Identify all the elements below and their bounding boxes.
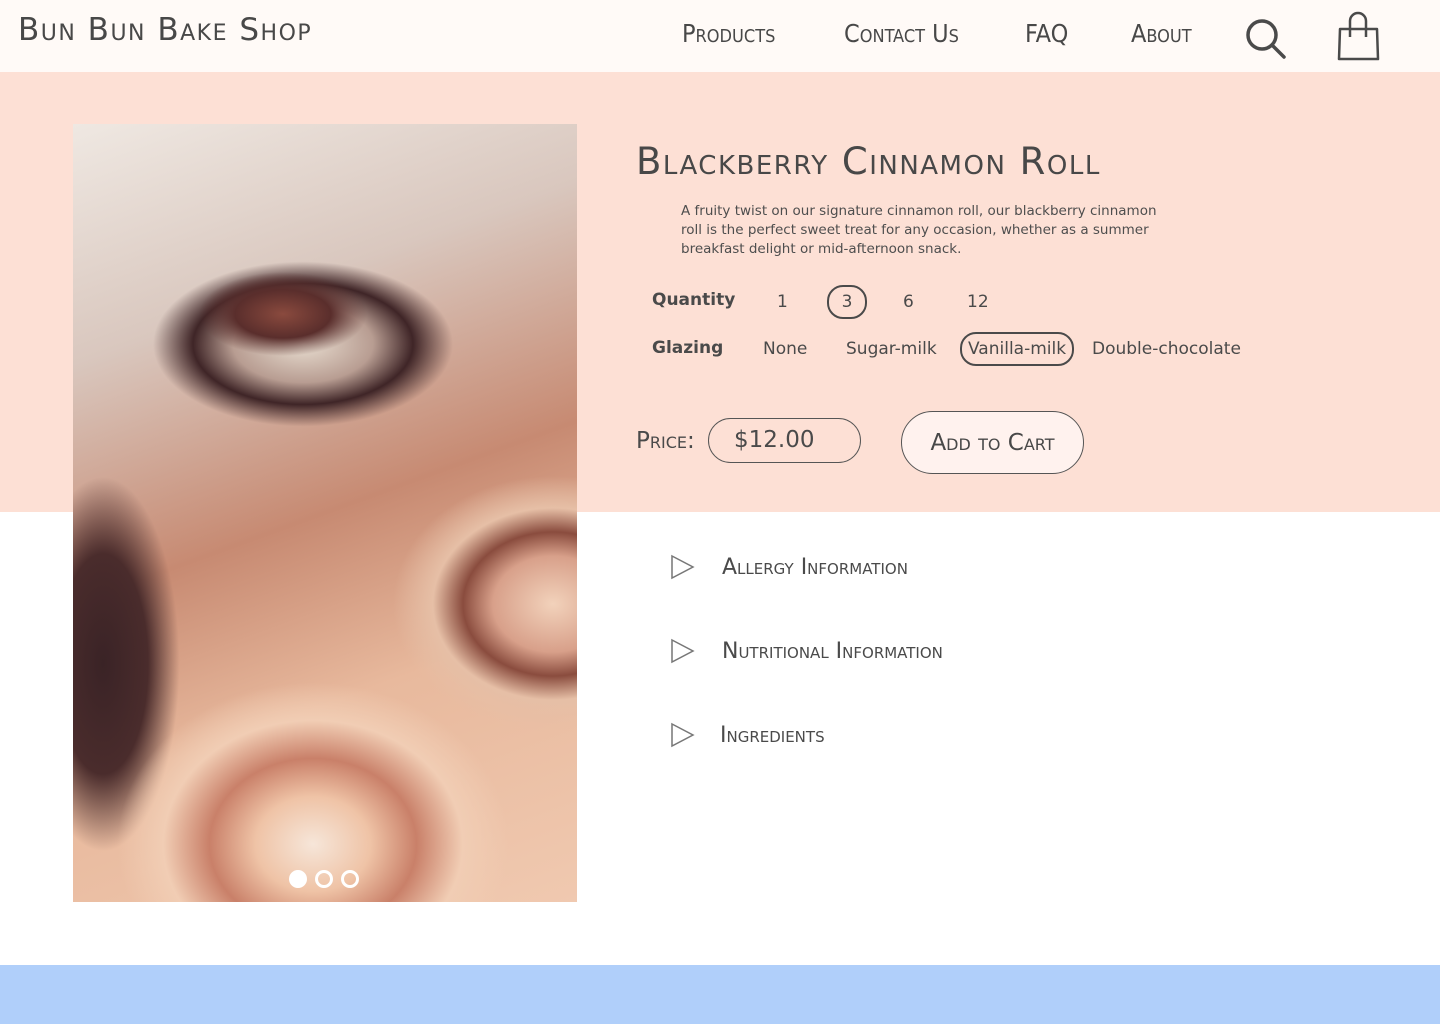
triangle-right-icon <box>671 638 695 664</box>
shopping-bag-icon <box>1337 11 1380 61</box>
add-to-cart-button[interactable]: Add to Cart <box>901 411 1084 474</box>
nav-about[interactable]: About <box>1131 19 1192 48</box>
footer <box>0 965 1440 1024</box>
product-description: A fruity twist on our signature cinnamon… <box>681 203 1157 257</box>
glazing-label: Glazing <box>652 338 724 358</box>
quantity-label: Quantity <box>652 290 736 310</box>
nav-products[interactable]: Products <box>682 19 775 48</box>
price-label: Price: <box>636 428 695 454</box>
glazing-option-none[interactable]: None <box>755 332 815 366</box>
accordion-label: Nutritional Information <box>722 638 943 664</box>
search-icon <box>1246 19 1286 59</box>
carousel-dot-1[interactable] <box>289 870 307 888</box>
quantity-option-1[interactable]: 1 <box>769 285 796 319</box>
product-image <box>73 124 577 902</box>
triangle-right-icon <box>671 722 695 748</box>
quantity-option-12[interactable]: 12 <box>959 285 997 319</box>
glazing-option-vanilla-milk[interactable]: Vanilla-milk <box>960 332 1075 366</box>
accordion-ingredients[interactable]: Ingredients <box>670 720 825 750</box>
nav-faq[interactable]: FAQ <box>1025 19 1068 48</box>
cart-button[interactable] <box>1337 11 1381 63</box>
price-display: $12.00 <box>708 418 861 463</box>
accordion-allergy-information[interactable]: Allergy Information <box>670 552 908 582</box>
carousel-dots <box>289 870 359 888</box>
nav-contact-us[interactable]: Contact Us <box>844 19 959 48</box>
carousel-dot-3[interactable] <box>341 870 359 888</box>
site-header: Bun Bun Bake Shop Products Contact Us FA… <box>0 0 1440 72</box>
triangle-right-icon <box>671 554 695 580</box>
product-title: Blackberry Cinnamon Roll <box>636 140 1101 183</box>
brand-logo[interactable]: Bun Bun Bake Shop <box>18 12 312 48</box>
accordion-label: Ingredients <box>720 722 825 748</box>
search-button[interactable] <box>1244 17 1288 61</box>
accordion-label: Allergy Information <box>722 554 908 580</box>
carousel-dot-2[interactable] <box>315 870 333 888</box>
glazing-option-sugar-milk[interactable]: Sugar-milk <box>838 332 945 366</box>
glazing-option-double-chocolate[interactable]: Double-chocolate <box>1084 332 1249 366</box>
quantity-option-6[interactable]: 6 <box>895 285 922 319</box>
quantity-option-3[interactable]: 3 <box>827 285 867 319</box>
accordion-nutritional-information[interactable]: Nutritional Information <box>670 636 943 666</box>
